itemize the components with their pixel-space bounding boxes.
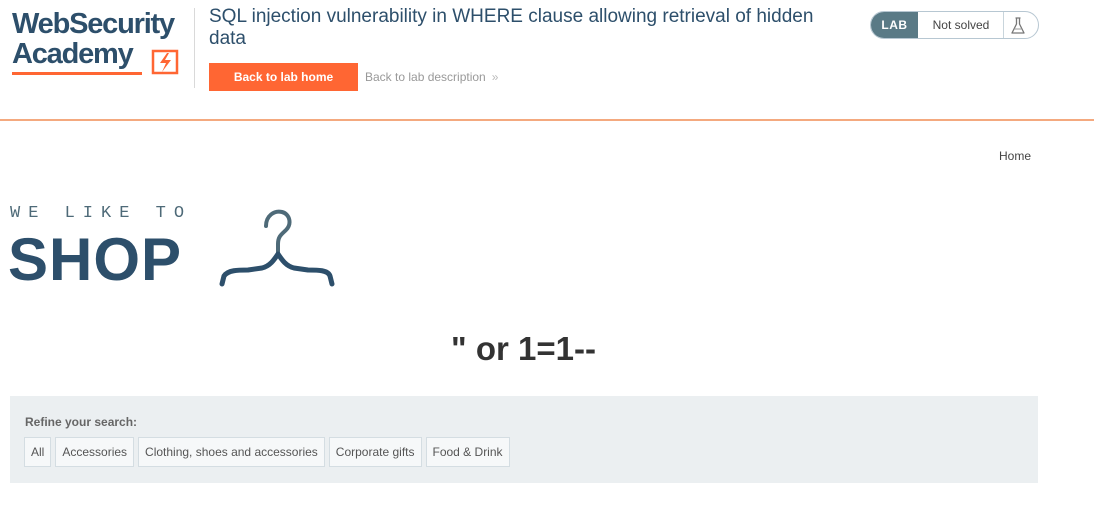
flask-icon [1011, 17, 1025, 34]
search-term-heading: " or 1=1-- [451, 330, 596, 367]
web-security-academy-logo[interactable]: WebSecurity Academy [12, 8, 194, 84]
category-filter-all[interactable]: All [24, 437, 52, 467]
shop-logo-tagline: WE LIKE TO [10, 204, 193, 223]
filter-label: Refine your search: [25, 415, 138, 429]
filter-panel: Refine your search: All Accessories Clot… [10, 396, 1038, 483]
logo-text-line1: WebSecurity [12, 8, 175, 40]
category-filter-clothing[interactable]: Clothing, shoes and accessories [138, 437, 325, 467]
category-filter-corporate-gifts[interactable]: Corporate gifts [328, 437, 422, 467]
lab-status-badge: LAB Not solved [870, 11, 1039, 39]
nav-home-link[interactable]: Home [999, 149, 1031, 163]
back-to-lab-description-link[interactable]: Back to lab description » [365, 70, 498, 84]
academy-logo-icon [151, 49, 179, 75]
lab-header: WebSecurity Academy SQL injection vulner… [0, 0, 1094, 121]
category-filter-list: All Accessories Clothing, shoes and acce… [24, 437, 514, 467]
category-filter-food-drink[interactable]: Food & Drink [425, 437, 510, 467]
back-to-lab-description-label: Back to lab description [365, 70, 486, 84]
lab-title: SQL injection vulnerability in WHERE cla… [209, 6, 814, 49]
lab-label: LAB [871, 12, 918, 38]
logo-underline [12, 72, 142, 75]
badge-divider [1003, 12, 1004, 38]
shop-logo: WE LIKE TO SHOP [8, 200, 338, 295]
chevron-right-icon: » [491, 70, 499, 84]
category-filter-accessories[interactable]: Accessories [55, 437, 135, 467]
shop-logo-word: SHOP [8, 226, 183, 293]
logo-text-line2: Academy [12, 38, 134, 70]
back-to-lab-home-button[interactable]: Back to lab home [209, 63, 358, 91]
header-rule [0, 119, 1094, 121]
lab-status-text: Not solved [932, 18, 990, 32]
hanger-icon [219, 209, 335, 287]
header-divider [194, 8, 195, 88]
